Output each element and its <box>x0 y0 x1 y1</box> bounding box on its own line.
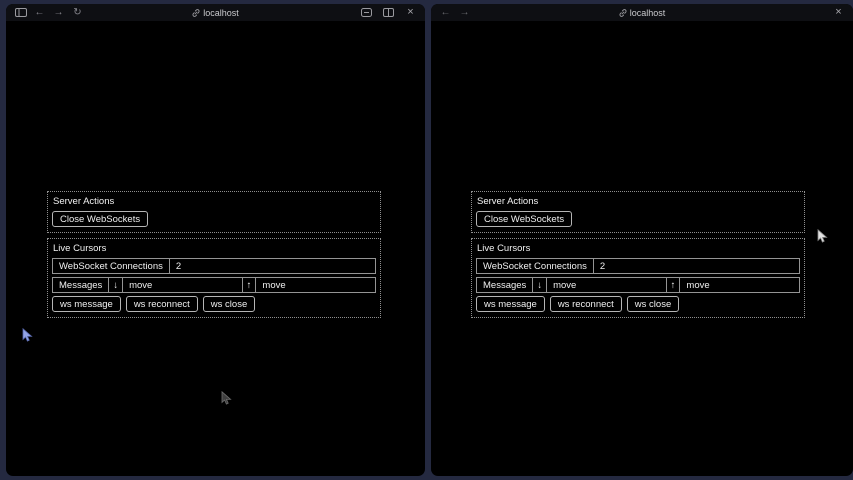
reader-icon[interactable] <box>360 6 373 19</box>
ws-buttons-row: ws message ws reconnect ws close <box>476 296 800 312</box>
incoming-message-value: move <box>547 278 667 292</box>
incoming-message-value: move <box>123 278 243 292</box>
forward-icon[interactable]: → <box>52 6 65 19</box>
ws-buttons-row: ws message ws reconnect ws close <box>52 296 376 312</box>
ws-close-button[interactable]: ws close <box>203 296 255 312</box>
sidebar-toggle-icon[interactable] <box>14 6 27 19</box>
connections-label: WebSocket Connections <box>477 259 594 273</box>
connections-label: WebSocket Connections <box>53 259 170 273</box>
close-websockets-button[interactable]: Close WebSockets <box>52 211 148 227</box>
reload-icon[interactable]: ↻ <box>71 6 84 19</box>
ws-reconnect-button[interactable]: ws reconnect <box>126 296 198 312</box>
page-content: Server Actions Close WebSockets Live Cur… <box>47 191 381 318</box>
live-cursors-legend: Live Cursors <box>476 242 800 258</box>
server-actions-legend: Server Actions <box>476 195 800 211</box>
ws-message-button[interactable]: ws message <box>52 296 121 312</box>
link-icon <box>192 9 200 17</box>
close-websockets-button[interactable]: Close WebSockets <box>476 211 572 227</box>
ws-message-button[interactable]: ws message <box>476 296 545 312</box>
messages-row: Messages ↓ move ↑ move <box>52 277 376 293</box>
connections-value: 2 <box>594 259 799 273</box>
page-content: Server Actions Close WebSockets Live Cur… <box>471 191 805 318</box>
live-cursors-fieldset: Live Cursors WebSocket Connections 2 Mes… <box>47 238 381 318</box>
browser-window-left: ← → ↻ localhost × Server Actions Close W… <box>6 4 425 476</box>
arrow-up-icon: ↑ <box>243 278 257 292</box>
arrow-down-icon: ↓ <box>533 278 547 292</box>
page-title: localhost <box>630 8 666 18</box>
ws-close-button[interactable]: ws close <box>627 296 679 312</box>
split-view-icon[interactable] <box>382 6 395 19</box>
ws-reconnect-button[interactable]: ws reconnect <box>550 296 622 312</box>
titlebar-right: ← → localhost × <box>431 4 853 21</box>
back-icon[interactable]: ← <box>439 6 452 19</box>
address-title: localhost <box>431 4 853 21</box>
outgoing-message-value: move <box>256 278 375 292</box>
server-actions-fieldset: Server Actions Close WebSockets <box>47 191 381 233</box>
connections-row: WebSocket Connections 2 <box>52 258 376 274</box>
arrow-down-icon: ↓ <box>109 278 123 292</box>
desktop: { "windows": { "left": { "title": "local… <box>0 0 853 480</box>
messages-label: Messages <box>477 278 533 292</box>
server-actions-legend: Server Actions <box>52 195 376 211</box>
close-icon[interactable]: × <box>404 6 417 19</box>
back-icon[interactable]: ← <box>33 6 46 19</box>
browser-window-right: ← → localhost × Server Actions Close Web… <box>431 4 853 476</box>
messages-label: Messages <box>53 278 109 292</box>
connections-row: WebSocket Connections 2 <box>476 258 800 274</box>
outgoing-message-value: move <box>680 278 799 292</box>
live-cursors-legend: Live Cursors <box>52 242 376 258</box>
link-icon <box>619 9 627 17</box>
arrow-up-icon: ↑ <box>667 278 681 292</box>
titlebar-left: ← → ↻ localhost × <box>6 4 425 21</box>
messages-row: Messages ↓ move ↑ move <box>476 277 800 293</box>
live-cursors-fieldset: Live Cursors WebSocket Connections 2 Mes… <box>471 238 805 318</box>
connections-value: 2 <box>170 259 375 273</box>
page-title: localhost <box>203 8 239 18</box>
forward-icon[interactable]: → <box>458 6 471 19</box>
server-actions-fieldset: Server Actions Close WebSockets <box>471 191 805 233</box>
close-icon[interactable]: × <box>832 6 845 19</box>
